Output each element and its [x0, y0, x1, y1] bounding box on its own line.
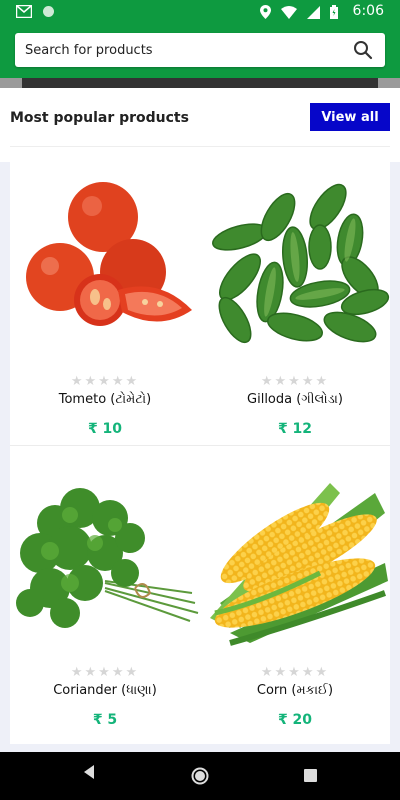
status-bar: 6:06: [0, 0, 400, 24]
battery-icon: [330, 5, 338, 19]
product-card[interactable]: ★★★★★ Corn (મકાઈ) ₹ 20: [200, 453, 390, 744]
banner-strip: [0, 78, 400, 88]
popular-section-header: Most popular products View all: [0, 88, 400, 162]
tomato-image: [26, 182, 192, 326]
row-divider: [10, 445, 390, 446]
navigation-bar: [0, 752, 400, 800]
search-input[interactable]: [25, 33, 345, 67]
circle-icon: [43, 6, 54, 17]
product-card[interactable]: ★★★★★ Gilloda (ગીલોડા) ₹ 12: [200, 162, 390, 453]
app-bar: [0, 24, 400, 78]
product-card[interactable]: ★★★★★ Coriander (ધાણા) ₹ 5: [10, 453, 200, 744]
home-icon[interactable]: [191, 767, 209, 785]
product-price: ₹ 5: [92, 712, 118, 728]
product-price: ₹ 20: [277, 712, 313, 728]
wifi-icon: [281, 5, 297, 19]
product-card[interactable]: ★★★★★ Tometo (ટોમેટો) ₹ 10: [10, 162, 200, 453]
product-name: Gilloda (ગીલોડા): [247, 392, 343, 407]
product-price: ₹ 10: [87, 421, 123, 437]
section-title: Most popular products: [10, 110, 189, 126]
back-icon[interactable]: [82, 764, 96, 780]
rating-stars: ★★★★★: [70, 374, 140, 389]
divider: [10, 146, 390, 147]
search-bar[interactable]: [15, 33, 385, 67]
clock: 6:06: [352, 3, 384, 19]
product-name: Tometo (ટોમેટો): [58, 392, 152, 407]
product-name: Coriander (ધાણા): [53, 683, 157, 698]
coriander-image: [16, 488, 199, 628]
rating-stars: ★★★★★: [260, 665, 330, 680]
location-icon: [260, 5, 271, 19]
view-all-button[interactable]: View all: [310, 103, 390, 131]
rating-stars: ★★★★★: [70, 665, 140, 680]
product-price: ₹ 12: [277, 421, 313, 437]
corn-image: [210, 483, 388, 646]
search-icon[interactable]: [353, 40, 373, 60]
signal-icon: [307, 5, 320, 19]
gilloda-image: [212, 183, 390, 344]
rating-stars: ★★★★★: [260, 374, 330, 389]
recents-icon[interactable]: [304, 769, 317, 782]
product-name: Corn (મકાઈ): [256, 683, 334, 698]
gmail-icon: [16, 5, 32, 18]
product-grid: ★★★★★ Tometo (ટોમેટો) ₹ 10 ★★★★★ Gilloda…: [10, 162, 390, 744]
